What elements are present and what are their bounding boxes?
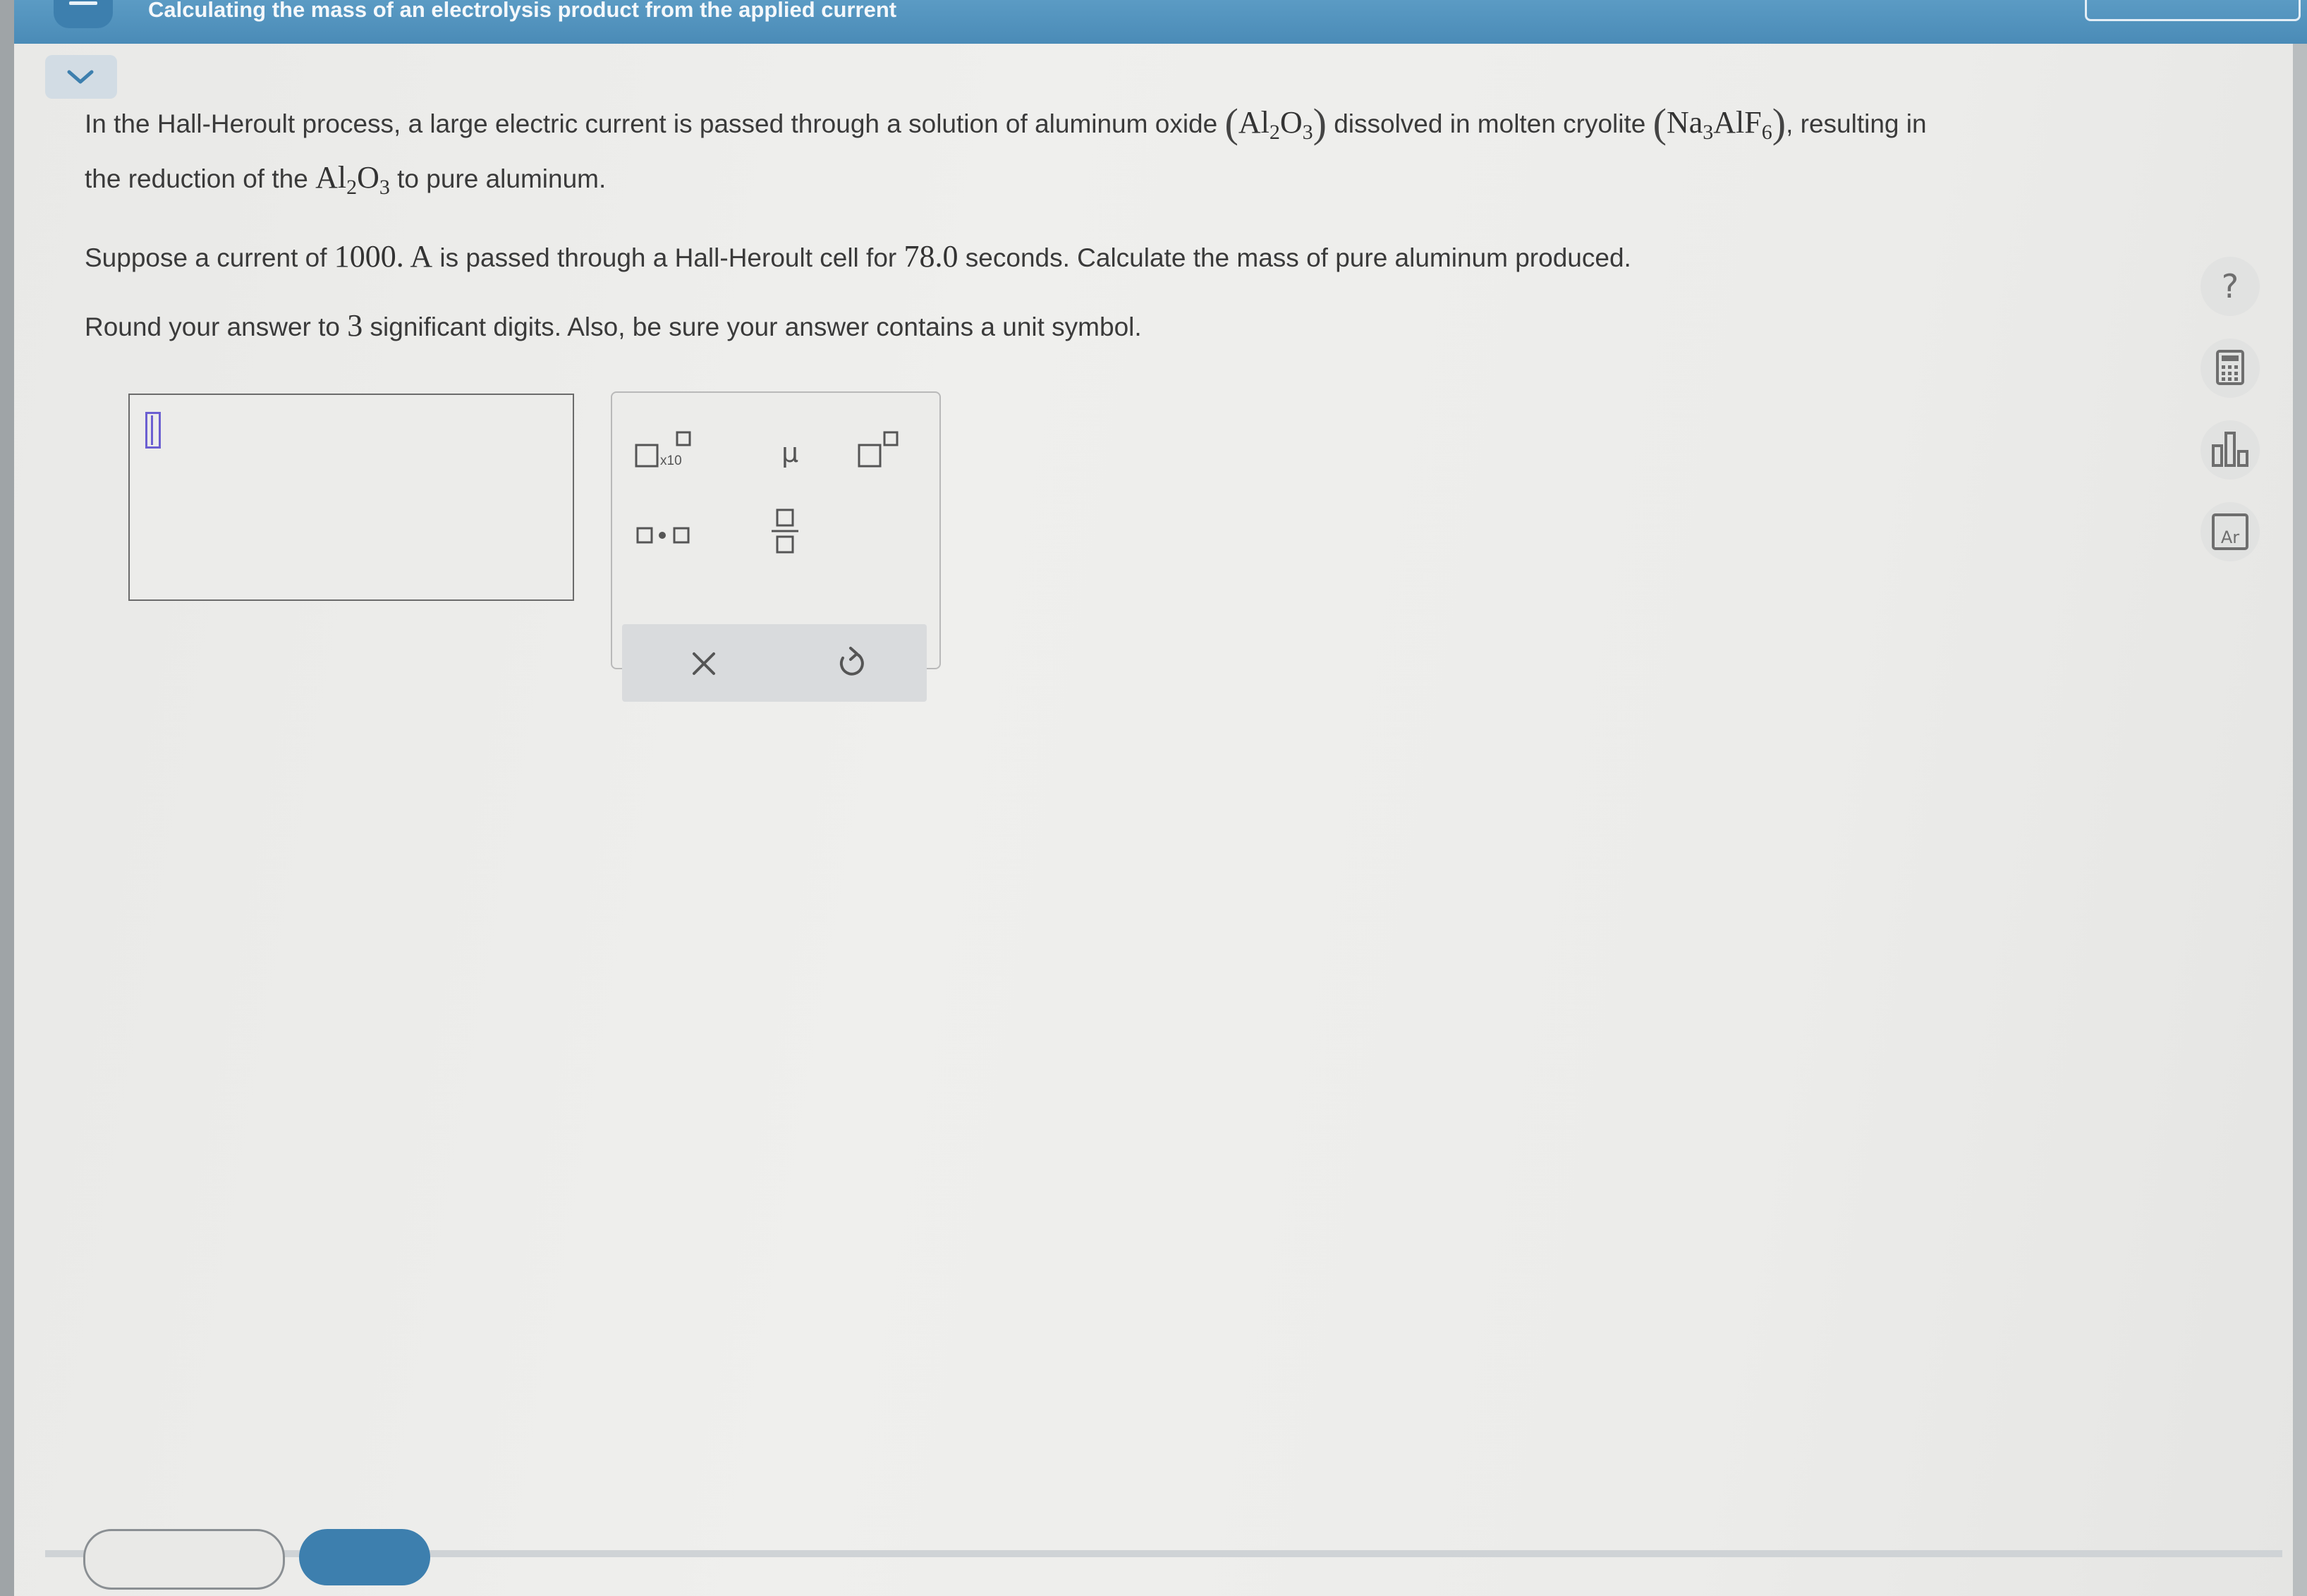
sig-digits-value: 3 [347, 308, 363, 343]
formula-sub-3: 3 [379, 176, 390, 199]
help-icon: ? [2221, 267, 2239, 305]
header-bar: Calculating the mass of an electrolysis … [14, 0, 2307, 44]
problem-text: to pure aluminum. [389, 164, 607, 193]
close-icon [693, 652, 715, 675]
periodic-table-icon: Ar [2212, 513, 2248, 550]
formula-al: Al [315, 160, 347, 195]
problem-text: is passed through a Hall-Heroult cell fo… [432, 243, 904, 272]
formula-o: O [357, 160, 379, 195]
superscript-icon [858, 431, 899, 468]
formula-al2o3: Al2O3 [1238, 105, 1313, 143]
paren-open: ( [1652, 100, 1667, 146]
periodic-table-label: Ar [2221, 528, 2239, 547]
multiply-dot-button[interactable] [633, 513, 697, 562]
paren-close: ) [1313, 100, 1327, 146]
formula-al2o3: Al2O3 [315, 160, 390, 198]
chevron-down-icon [67, 70, 94, 84]
fraction-button[interactable] [757, 506, 821, 555]
problem-text: dissolved in molten cryolite [1326, 109, 1653, 138]
formula-sub-2: 2 [1269, 121, 1280, 144]
problem-line-3: Suppose a current of 1000. A is passed t… [85, 238, 2165, 274]
problem-line-2: the reduction of the Al2O3 to pure alumi… [85, 159, 2165, 198]
problem-line-4: Round your answer to 3 significant digit… [85, 307, 2165, 343]
current-value: 1000. A [334, 239, 433, 274]
sci-notation-label: x10 [660, 453, 682, 468]
formula-na3alf6: Na3AlF6 [1666, 105, 1772, 143]
time-value: 78.0 [903, 239, 958, 274]
formula-o: O [1279, 105, 1303, 140]
help-button[interactable]: ? [2201, 257, 2260, 316]
micro-button[interactable]: μ [760, 428, 824, 477]
data-button[interactable] [2201, 420, 2260, 480]
main-content: In the Hall-Heroult process, a large ele… [14, 44, 2293, 1596]
superscript-button[interactable] [852, 428, 915, 477]
problem-text: significant digits. Also, be sure your a… [363, 312, 1142, 341]
collapse-toggle[interactable] [45, 55, 117, 99]
mu-label: μ [781, 437, 798, 468]
formula-sub-6: 6 [1761, 121, 1772, 144]
sci-notation-button[interactable]: x10 [633, 428, 704, 477]
periodic-table-button[interactable]: Ar [2201, 502, 2260, 561]
problem-text: Suppose a current of [85, 243, 334, 272]
answer-input[interactable] [128, 394, 574, 601]
problem-text: the reduction of the [85, 164, 316, 193]
formula-alf: AlF [1713, 105, 1762, 140]
problem-line-1: In the Hall-Heroult process, a large ele… [85, 103, 2165, 144]
calculator-icon [2216, 350, 2244, 385]
palette-action-bar [622, 624, 927, 702]
mu-icon: μ [781, 437, 798, 468]
menu-button[interactable] [54, 0, 113, 28]
paren-close: ) [1772, 100, 1786, 146]
problem-text: In the Hall-Heroult process, a large ele… [85, 109, 1225, 138]
multiply-dot-icon [636, 527, 690, 544]
undo-icon [839, 647, 864, 676]
undo-button[interactable] [820, 638, 883, 688]
screen-bezel [0, 0, 14, 1596]
cursor-placeholder [145, 412, 161, 449]
formula-sub-3: 3 [1703, 121, 1714, 144]
clear-button[interactable] [671, 638, 735, 688]
fraction-icon [772, 508, 798, 554]
formula-sub-2: 2 [346, 176, 358, 199]
problem-text: seconds. Calculate the mass of pure alum… [958, 243, 1631, 272]
header-button[interactable] [2085, 0, 2301, 21]
sci-notation-icon: x10 [635, 431, 691, 468]
calculator-button[interactable] [2201, 339, 2260, 398]
problem-text: Round your answer to [85, 312, 348, 341]
problem-text: , resulting in [1786, 109, 1927, 138]
check-button[interactable] [299, 1529, 430, 1585]
math-palette: x10 μ [611, 391, 941, 702]
formula-al: Al [1238, 105, 1270, 140]
paren-open: ( [1224, 100, 1238, 146]
explanation-button[interactable] [83, 1529, 285, 1590]
formula-sub-3: 3 [1302, 121, 1313, 144]
formula-na: Na [1666, 105, 1703, 140]
menu-icon [69, 1, 97, 5]
page-title: Calculating the mass of an electrolysis … [148, 0, 897, 22]
bar-chart-icon [2212, 432, 2248, 467]
